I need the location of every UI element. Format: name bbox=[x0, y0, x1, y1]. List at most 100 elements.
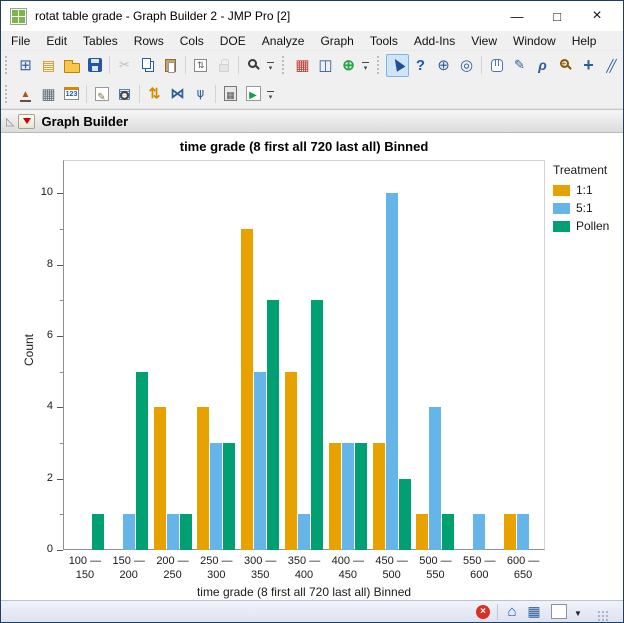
legend-item-Pollen[interactable]: Pollen bbox=[553, 219, 609, 233]
legend-swatch-icon[interactable] bbox=[553, 185, 570, 196]
toolbar-grip[interactable] bbox=[377, 56, 382, 74]
bar-5:1-400–450[interactable] bbox=[342, 443, 354, 550]
caret-icon[interactable] bbox=[567, 602, 589, 622]
bar-5:1-350–400[interactable] bbox=[298, 514, 310, 550]
toolbar-overflow-icon[interactable]: ▾ bbox=[265, 56, 276, 74]
bar-5:1-500–550[interactable] bbox=[429, 407, 441, 550]
crosshair-icon[interactable] bbox=[432, 54, 455, 77]
data-table-icon[interactable] bbox=[291, 54, 314, 77]
plus-icon[interactable] bbox=[577, 54, 600, 77]
menu-analyze[interactable]: Analyze bbox=[254, 31, 313, 51]
bar-Pollen-150–200[interactable] bbox=[136, 372, 148, 550]
legend-swatch-icon[interactable] bbox=[553, 221, 570, 232]
save-icon[interactable] bbox=[83, 54, 106, 77]
menu-tools[interactable]: Tools bbox=[362, 31, 406, 51]
bar-1:1-600–650[interactable] bbox=[504, 514, 516, 550]
bar-5:1-250–300[interactable] bbox=[210, 443, 222, 550]
home-icon[interactable] bbox=[501, 602, 523, 622]
tree-icon[interactable] bbox=[189, 82, 212, 105]
bar-5:1-300–350[interactable] bbox=[254, 372, 266, 550]
new-graph-icon[interactable] bbox=[337, 54, 360, 77]
paste-icon[interactable] bbox=[159, 54, 182, 77]
bar-1:1-400–450[interactable] bbox=[329, 443, 341, 550]
col-switcher-icon[interactable] bbox=[314, 54, 337, 77]
bar-1:1-350–400[interactable] bbox=[285, 372, 297, 550]
menu-tables[interactable]: Tables bbox=[75, 31, 126, 51]
maximize-button[interactable]: □ bbox=[537, 1, 577, 31]
bar-5:1-600–650[interactable] bbox=[517, 514, 529, 550]
y-tick bbox=[57, 336, 63, 337]
minimize-button[interactable]: — bbox=[497, 1, 537, 31]
y-tick bbox=[57, 479, 63, 480]
x-tick-label: 550 —600 bbox=[456, 554, 502, 582]
prefs-icon[interactable] bbox=[189, 54, 212, 77]
toolbar-overflow-icon[interactable]: ▾ bbox=[265, 85, 276, 103]
lasso-icon[interactable] bbox=[531, 54, 554, 77]
help-icon[interactable] bbox=[409, 54, 432, 77]
menu-rows[interactable]: Rows bbox=[126, 31, 172, 51]
table-search-icon[interactable] bbox=[113, 82, 136, 105]
close-button[interactable]: × bbox=[577, 1, 617, 31]
swatch-icon[interactable] bbox=[545, 602, 567, 622]
arrow-icon[interactable] bbox=[386, 54, 409, 77]
menu-add-ins[interactable]: Add-Ins bbox=[406, 31, 463, 51]
bar-Pollen-400–450[interactable] bbox=[355, 443, 367, 550]
status-table-icon[interactable] bbox=[523, 602, 545, 622]
open-script-icon[interactable] bbox=[37, 54, 60, 77]
merge-icon[interactable] bbox=[166, 82, 189, 105]
resize-grip[interactable] bbox=[597, 610, 609, 622]
copy-icon[interactable] bbox=[136, 54, 159, 77]
note-icon[interactable] bbox=[90, 82, 113, 105]
bar-5:1-450–500[interactable] bbox=[386, 193, 398, 550]
target-icon[interactable] bbox=[455, 54, 478, 77]
bar-1:1-250–300[interactable] bbox=[197, 407, 209, 550]
123-icon[interactable] bbox=[60, 82, 83, 105]
bar-1:1-500–550[interactable] bbox=[416, 514, 428, 550]
bar-Pollen-500–550[interactable] bbox=[442, 514, 454, 550]
brush-icon[interactable] bbox=[508, 54, 531, 77]
toolbar-overflow-icon[interactable]: ▾ bbox=[360, 56, 371, 74]
bar-Pollen-200–250[interactable] bbox=[180, 514, 192, 550]
bar-Pollen-300–350[interactable] bbox=[267, 300, 279, 550]
layout-icon[interactable] bbox=[37, 82, 60, 105]
run-icon[interactable] bbox=[242, 82, 265, 105]
dist-icon[interactable] bbox=[14, 82, 37, 105]
search-icon[interactable] bbox=[242, 54, 265, 77]
bar-Pollen-100–150[interactable] bbox=[92, 514, 104, 550]
zoom-icon[interactable] bbox=[554, 54, 577, 77]
toolbar-grip[interactable] bbox=[5, 85, 10, 103]
sort-icon[interactable] bbox=[143, 82, 166, 105]
menu-graph[interactable]: Graph bbox=[312, 31, 361, 51]
lock-icon bbox=[212, 54, 235, 77]
bar-Pollen-250–300[interactable] bbox=[223, 443, 235, 550]
menu-view[interactable]: View bbox=[463, 31, 505, 51]
menu-help[interactable]: Help bbox=[564, 31, 605, 51]
error-icon[interactable] bbox=[472, 602, 494, 622]
red-triangle-menu-button[interactable] bbox=[18, 114, 35, 129]
bar-1:1-450–500[interactable] bbox=[373, 443, 385, 550]
bar-5:1-550–600[interactable] bbox=[473, 514, 485, 550]
bar-Pollen-450–500[interactable] bbox=[399, 479, 411, 550]
bar-5:1-200–250[interactable] bbox=[167, 514, 179, 550]
bar-Pollen-350–400[interactable] bbox=[311, 300, 323, 550]
legend-item-5:1[interactable]: 5:1 bbox=[553, 201, 609, 215]
bar-1:1-200–250[interactable] bbox=[154, 407, 166, 550]
toolbar-grip[interactable] bbox=[282, 56, 287, 74]
open-folder-icon[interactable] bbox=[60, 54, 83, 77]
line-icon[interactable] bbox=[600, 54, 623, 77]
y-tick-label: 2 bbox=[23, 472, 53, 484]
legend-swatch-icon[interactable] bbox=[553, 203, 570, 214]
menu-edit[interactable]: Edit bbox=[38, 31, 75, 51]
new-table-icon[interactable] bbox=[14, 54, 37, 77]
disclosure-triangle-icon[interactable]: ◺ bbox=[6, 115, 14, 128]
toolbar-grip[interactable] bbox=[5, 56, 10, 74]
legend-item-1:1[interactable]: 1:1 bbox=[553, 183, 609, 197]
menu-cols[interactable]: Cols bbox=[172, 31, 212, 51]
bar-5:1-150–200[interactable] bbox=[123, 514, 135, 550]
bar-1:1-300–350[interactable] bbox=[241, 229, 253, 550]
menu-doe[interactable]: DOE bbox=[212, 31, 254, 51]
menu-file[interactable]: File bbox=[3, 31, 38, 51]
menu-window[interactable]: Window bbox=[505, 31, 564, 51]
calc-icon[interactable] bbox=[219, 82, 242, 105]
hand-icon[interactable] bbox=[485, 54, 508, 77]
